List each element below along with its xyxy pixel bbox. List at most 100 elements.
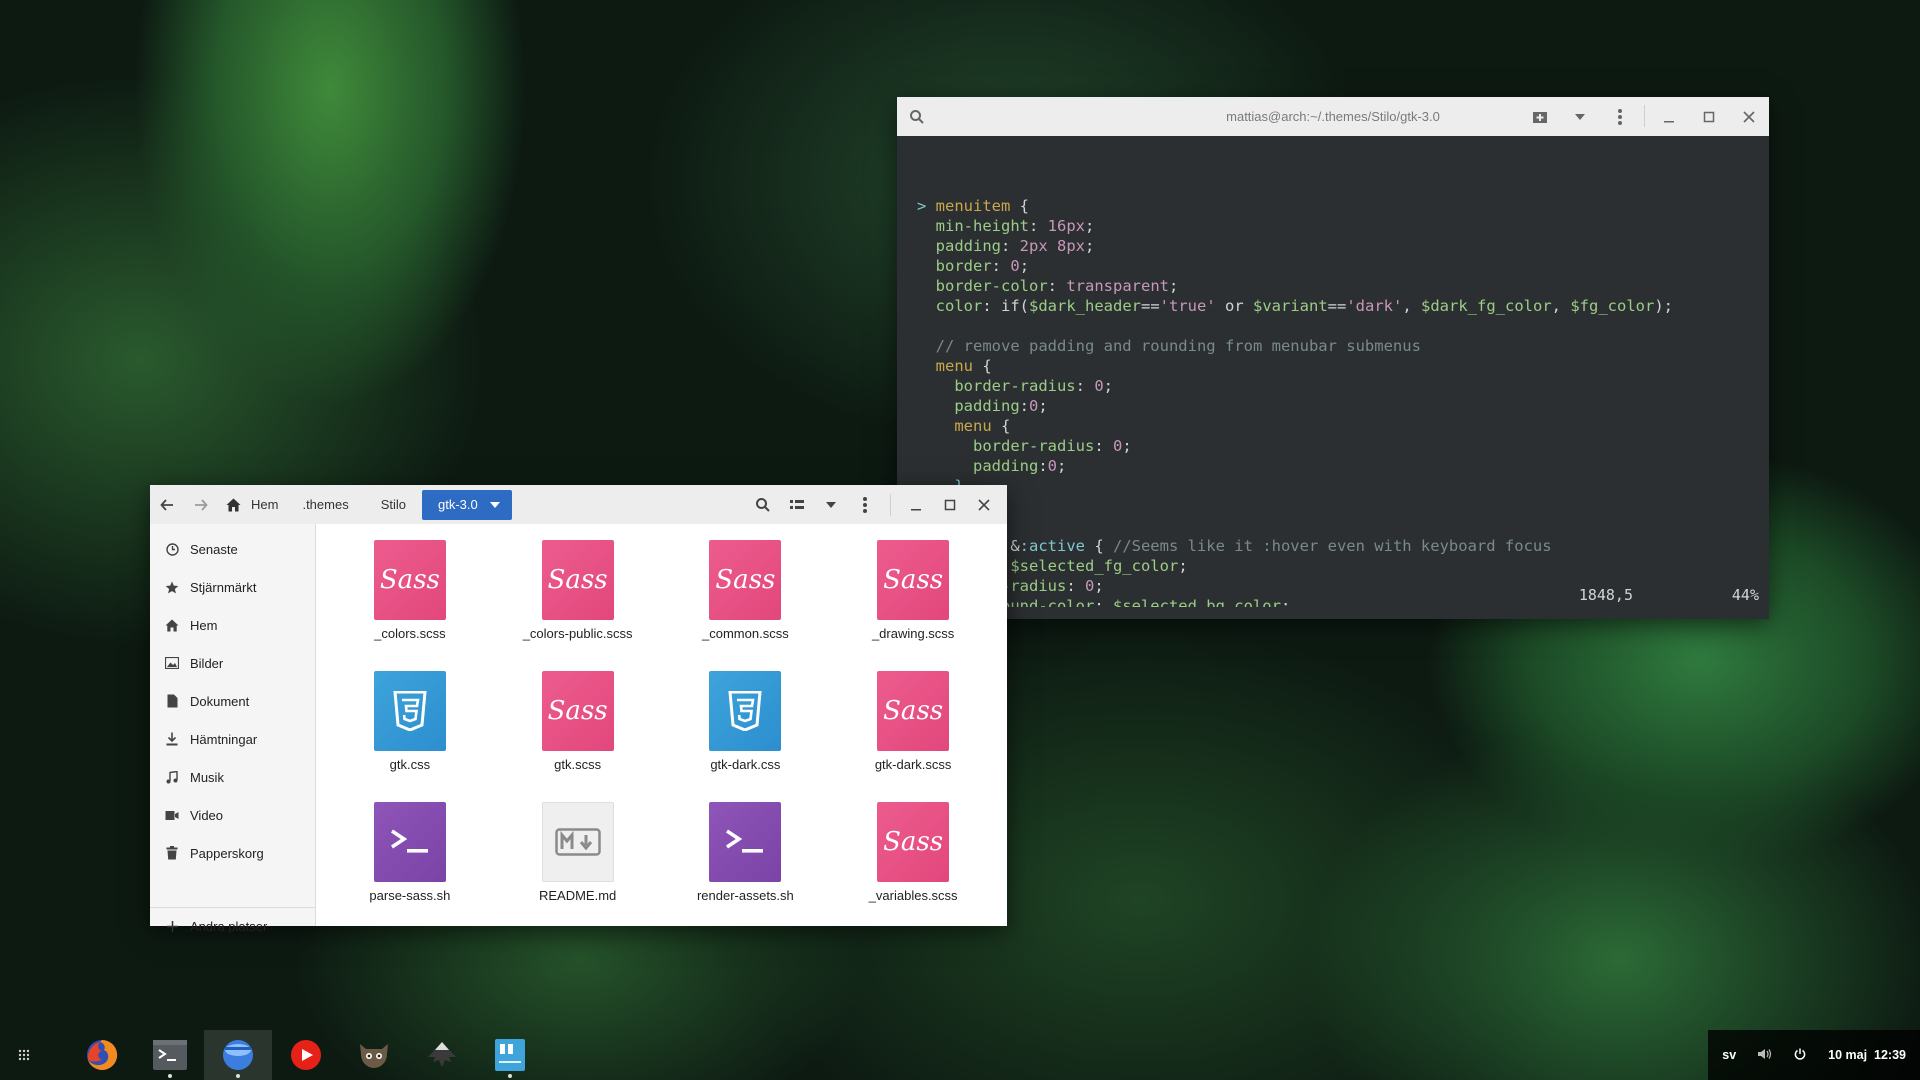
code-token: == xyxy=(1327,297,1347,315)
file-item[interactable]: Sass _colors.scss xyxy=(326,538,494,669)
sidebar-item-label: Papperskorg xyxy=(190,845,264,861)
sidebar-item-other-places[interactable]: Andra platser xyxy=(150,908,315,944)
breadcrumb-label: Stilo xyxy=(380,497,406,512)
minimize-icon[interactable] xyxy=(899,485,933,524)
chevron-down-icon[interactable] xyxy=(1560,97,1600,136)
sidebar-item-video[interactable]: Video xyxy=(150,796,315,834)
code-line: } xyxy=(917,476,1769,496)
more-vertical-icon[interactable] xyxy=(1600,97,1640,136)
sidebar-item-dokument[interactable]: Dokument xyxy=(150,682,315,720)
back-arrow-icon[interactable] xyxy=(150,485,184,524)
breadcrumb-home[interactable]: Hem xyxy=(218,490,286,520)
search-icon[interactable] xyxy=(746,485,780,524)
running-indicator xyxy=(236,1074,240,1078)
code-token: 0 xyxy=(1047,457,1058,475)
file-item[interactable]: Sass gtk-dark.scss xyxy=(829,669,997,800)
code-token: > xyxy=(917,197,936,215)
clock-icon xyxy=(164,542,180,556)
sidebar-item-papperskorg[interactable]: Papperskorg xyxy=(150,834,315,872)
breadcrumb-stilo[interactable]: Stilo xyxy=(365,490,422,520)
code-token: border-color xyxy=(935,277,1048,295)
file-name: render-assets.sh xyxy=(696,888,794,903)
chevron-down-icon[interactable] xyxy=(814,485,848,524)
new-tab-icon[interactable] xyxy=(1520,97,1560,136)
breadcrumb-themes[interactable]: .themes xyxy=(286,490,364,520)
file-item[interactable]: Sass _drawing.scss xyxy=(829,538,997,669)
file-item[interactable]: gtk-dark.css xyxy=(662,669,830,800)
maximize-icon[interactable] xyxy=(933,485,967,524)
sass-file-icon: Sass xyxy=(877,671,950,751)
titlebar-separator xyxy=(1644,105,1645,127)
app-grid-icon[interactable] xyxy=(18,1048,30,1064)
sidebar-item-bilder[interactable]: Bilder xyxy=(150,644,315,682)
code-token: border-radius xyxy=(973,437,1095,455)
gimp-icon[interactable] xyxy=(340,1030,408,1080)
file-item[interactable]: Sass _colors-public.scss xyxy=(494,538,662,669)
sidebar-item-stjärnmärkt[interactable]: Stjärnmärkt xyxy=(150,568,315,606)
chevron-down-icon[interactable] xyxy=(478,490,512,520)
search-icon[interactable] xyxy=(897,97,937,136)
file-grid: Sass _colors.scss Sass _colors-public.scss S… xyxy=(316,524,1007,926)
sidebar-item-hem[interactable]: Hem xyxy=(150,606,315,644)
sidebar-item-senaste[interactable]: Senaste xyxy=(150,530,315,568)
more-vertical-icon[interactable] xyxy=(848,485,882,524)
breadcrumb-gtk[interactable]: gtk-3.0 xyxy=(422,489,512,520)
code-line: color: if($dark_header=='true' or $varia… xyxy=(917,296,1769,316)
code-line: , &:active { //Seems like it :hover even… xyxy=(917,536,1769,556)
sass-logo-text: Sass xyxy=(379,565,440,595)
shell-script-icon xyxy=(709,802,782,882)
clock[interactable]: 10 maj 12:39 xyxy=(1828,1048,1906,1062)
file-item[interactable]: Sass _common.scss xyxy=(662,538,830,669)
file-item[interactable]: Sass _variables.scss xyxy=(829,800,997,931)
code-token: 2px 8px xyxy=(1019,237,1085,255)
sass-file-icon: Sass xyxy=(877,540,950,620)
minimize-icon[interactable] xyxy=(1649,97,1689,136)
forward-arrow-icon[interactable] xyxy=(184,485,218,524)
terminal-icon[interactable] xyxy=(136,1030,204,1080)
terminal-titlebar[interactable]: mattias@arch:~/.themes/Stilo/gtk-3.0 xyxy=(897,97,1769,136)
code-token: { xyxy=(1010,197,1029,215)
files-icon[interactable] xyxy=(204,1030,272,1080)
terminal-window[interactable]: mattias@arch:~/.themes/Stilo/gtk-3.0 > m… xyxy=(897,97,1769,619)
sidebar-item-hämtningar[interactable]: Hämtningar xyxy=(150,720,315,758)
volume-icon[interactable] xyxy=(1758,1048,1772,1063)
power-icon[interactable] xyxy=(1794,1048,1806,1063)
terminal-content[interactable]: > menuitem { min-height: 16px; padding: … xyxy=(897,136,1769,607)
file-item[interactable]: gtk.css xyxy=(326,669,494,800)
code-line: // remove padding and rounding from menu… xyxy=(917,336,1769,356)
file-item[interactable]: Sass gtk.scss xyxy=(494,669,662,800)
view-list-icon[interactable] xyxy=(780,485,814,524)
code-token: ; xyxy=(1168,277,1179,295)
code-token: padding xyxy=(954,397,1020,415)
code-token: { xyxy=(973,357,992,375)
maximize-icon[interactable] xyxy=(1689,97,1729,136)
keyboard-layout[interactable]: sv xyxy=(1722,1048,1736,1062)
firefox-icon[interactable] xyxy=(68,1030,136,1080)
file-item[interactable]: parse-sass.sh xyxy=(326,800,494,931)
breadcrumb-label: .themes xyxy=(302,497,349,512)
close-icon[interactable] xyxy=(1729,97,1769,136)
inkscape-icon[interactable] xyxy=(408,1030,476,1080)
code-token: $fg_color xyxy=(1570,297,1655,315)
code-token: { xyxy=(1084,537,1113,555)
close-icon[interactable] xyxy=(967,485,1001,524)
code-line: min-height: 16px; xyxy=(917,216,1769,236)
css-file-icon xyxy=(373,671,446,751)
sidebar-item-musik[interactable]: Musik xyxy=(150,758,315,796)
code-token: $dark_fg_color xyxy=(1421,297,1552,315)
file-item[interactable]: README.md xyxy=(494,800,662,931)
sass-logo-text: Sass xyxy=(547,565,608,595)
code-token: : xyxy=(1029,217,1048,235)
code-token: ; xyxy=(1085,237,1095,255)
code-token: ; xyxy=(1057,457,1067,475)
file-manager-headerbar[interactable]: Hem .themes Stilo gtk-3.0 xyxy=(150,485,1007,524)
code-lines: > menuitem { min-height: 16px; padding: … xyxy=(917,196,1769,607)
youtube-icon[interactable] xyxy=(272,1030,340,1080)
sidebar-item-label: Dokument xyxy=(190,693,250,709)
text-editor-icon[interactable] xyxy=(476,1030,544,1080)
file-item[interactable]: render-assets.sh xyxy=(662,800,830,931)
file-manager-window[interactable]: Hem .themes Stilo gtk-3.0 Senaste Stjärn… xyxy=(150,485,1007,934)
